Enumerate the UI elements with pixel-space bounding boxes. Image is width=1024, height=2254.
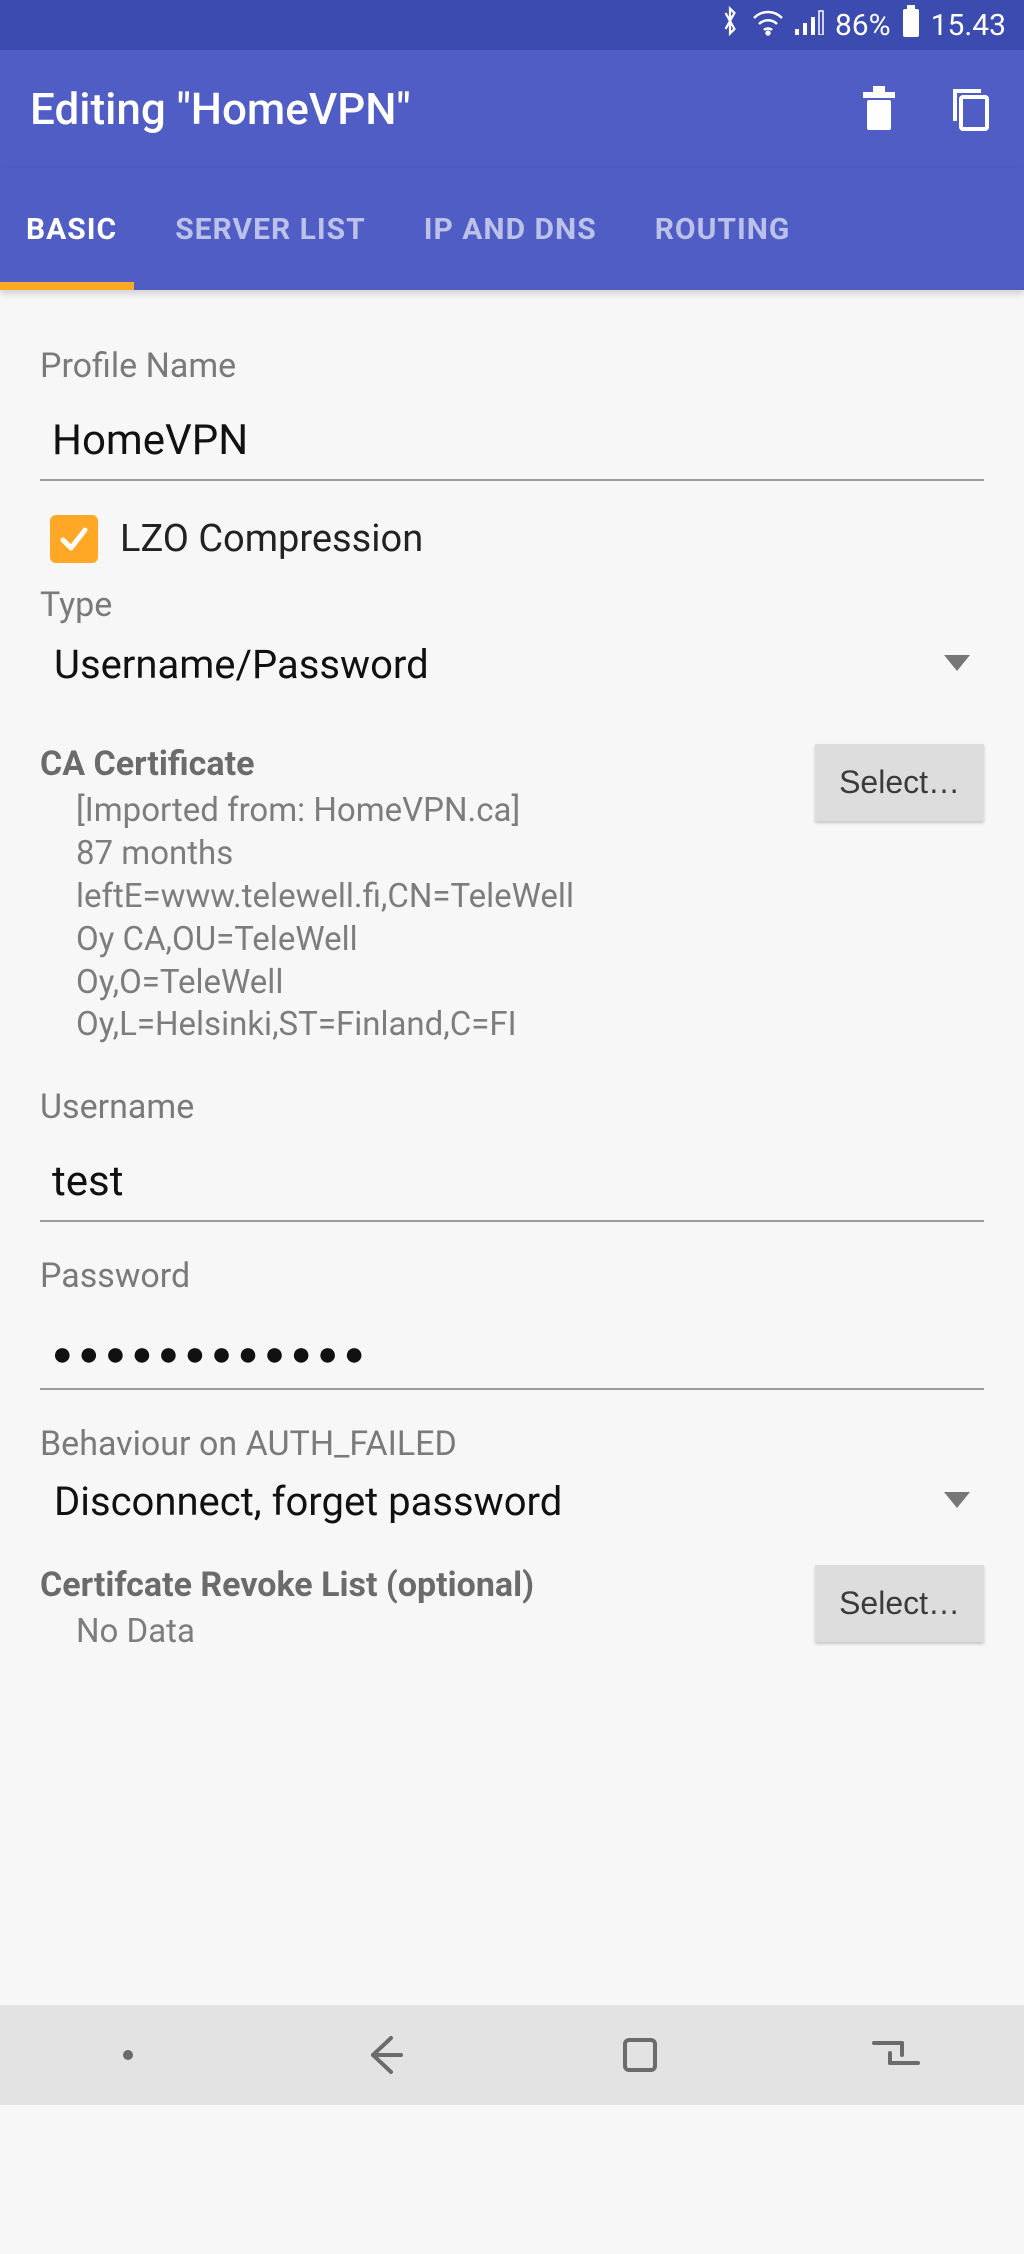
lzo-label: LZO Compression [120, 517, 423, 561]
tab-routing[interactable]: ROUTING [651, 212, 795, 247]
crl-select-button[interactable]: Select… [815, 1565, 984, 1642]
ca-cert-source: [Imported from: HomeVPN.ca] [40, 790, 795, 833]
ca-cert-label: CA Certificate [40, 744, 795, 784]
tab-server-list[interactable]: SERVER LIST [171, 212, 370, 247]
chevron-down-icon [944, 655, 970, 675]
crl-label: Certifcate Revoke List (optional) [40, 1565, 795, 1605]
ca-cert-details: 87 months leftE=www.telewell.fi,CN=TeleW… [40, 833, 500, 1047]
form-content: Profile Name LZO Compression Type Userna… [0, 290, 1024, 2254]
app-bar: Editing "HomeVPN" [0, 50, 1024, 168]
clock: 15.43 [931, 8, 1006, 43]
type-value: Username/Password [54, 641, 944, 688]
chevron-down-icon [944, 1492, 970, 1512]
bluetooth-icon [719, 5, 741, 45]
nav-home-button[interactable] [605, 2030, 675, 2080]
auth-failed-dropdown[interactable]: Disconnect, forget password [40, 1470, 984, 1541]
type-dropdown[interactable]: Username/Password [40, 633, 984, 704]
page-title: Editing "HomeVPN" [30, 83, 856, 135]
nav-recents-button[interactable] [861, 2030, 931, 2080]
delete-button[interactable] [856, 86, 902, 132]
tab-ip-dns[interactable]: IP AND DNS [420, 212, 601, 247]
username-input[interactable] [40, 1153, 984, 1222]
status-bar: 86% 15.43 [0, 0, 1024, 50]
nav-back-button[interactable] [349, 2030, 419, 2080]
password-input[interactable]: ●●●●●●●●●●●● [40, 1322, 984, 1390]
password-label: Password [40, 1256, 984, 1296]
ca-cert-section: CA Certificate [Imported from: HomeVPN.c… [40, 744, 984, 1047]
type-label: Type [40, 585, 984, 625]
crl-value: No Data [40, 1611, 795, 1654]
profile-name-input[interactable] [40, 412, 984, 481]
tab-basic[interactable]: BASIC [22, 212, 121, 247]
lzo-checkbox[interactable] [50, 515, 98, 563]
nav-overview-dot[interactable] [93, 2030, 163, 2080]
username-label: Username [40, 1087, 984, 1127]
system-nav-bar [0, 2005, 1024, 2105]
crl-section: Certifcate Revoke List (optional) No Dat… [40, 1565, 984, 1654]
battery-icon [901, 5, 921, 45]
auth-failed-label: Behaviour on AUTH_FAILED [40, 1424, 984, 1464]
tab-indicator [0, 282, 134, 290]
tab-bar: BASIC SERVER LIST IP AND DNS ROUTING [0, 168, 1024, 290]
copy-button[interactable] [948, 86, 994, 132]
battery-pct: 86% [835, 8, 891, 43]
ca-select-button[interactable]: Select… [815, 744, 984, 821]
lzo-checkbox-row[interactable]: LZO Compression [40, 515, 984, 563]
wifi-icon [751, 6, 785, 44]
auth-failed-value: Disconnect, forget password [54, 1478, 944, 1525]
signal-icon [795, 7, 825, 43]
profile-name-label: Profile Name [40, 346, 984, 386]
